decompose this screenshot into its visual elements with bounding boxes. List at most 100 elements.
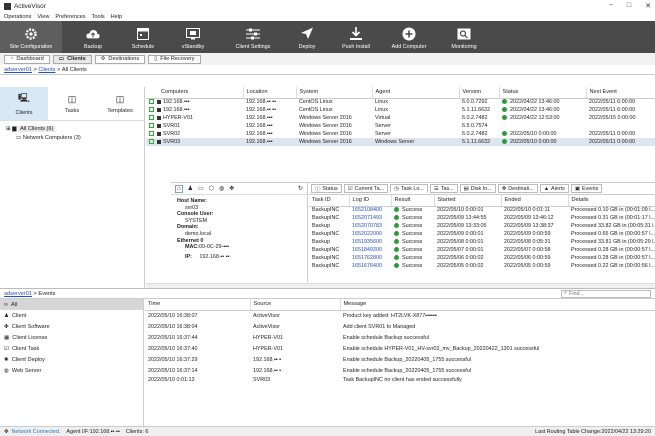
menu-help[interactable]: Help bbox=[111, 14, 123, 20]
col-version[interactable]: Version bbox=[459, 87, 500, 99]
checkbox[interactable] bbox=[149, 115, 154, 121]
monitoring-button[interactable]: Monitoring bbox=[438, 21, 490, 53]
breadcrumb-clients-link[interactable]: Clients bbox=[38, 67, 55, 73]
table-row[interactable]: BackupINC 1651849200 Success 2022/05/07 0:0… bbox=[309, 246, 655, 254]
table-row[interactable]: SVR02 192.168.▪▪▪ Windows Server 2016 Se… bbox=[146, 130, 655, 138]
events-server-link[interactable]: adserver01 bbox=[4, 291, 32, 297]
tab-file-recovery[interactable]: ▯ File Recovery bbox=[148, 54, 201, 64]
globe-icon[interactable]: ◍ bbox=[219, 185, 224, 192]
find-input[interactable]: ⌕ Find... bbox=[561, 289, 651, 298]
table-row[interactable]: 2022/05/10 16:37:14 192.168.▪▪ ▪ Enable sc… bbox=[145, 365, 655, 376]
templates-icon: ◫ bbox=[115, 93, 125, 104]
tab-tasks[interactable]: ☰ Tas... bbox=[429, 184, 458, 193]
close-button[interactable]: ✕ bbox=[645, 2, 651, 10]
left-tab-tasks[interactable]: ◫ Tasks bbox=[48, 87, 96, 120]
client-settings-button[interactable]: Client Settings bbox=[224, 21, 282, 53]
checkbox[interactable] bbox=[149, 123, 154, 129]
left-tab-templates[interactable]: ◫ Templates bbox=[96, 87, 144, 120]
table-row[interactable]: 2022/05/10 0:01:13 SVR03 Task BackupINC no… bbox=[145, 376, 655, 384]
table-row[interactable]: BackupINC 1651762800 Success 2022/05/06 0:0… bbox=[309, 254, 655, 262]
window-title: ActiveVisor bbox=[14, 2, 46, 10]
tab-current-tasks[interactable]: ☑ Current Ta... bbox=[343, 184, 389, 193]
shield-icon[interactable]: ⬡ bbox=[209, 185, 214, 192]
table-row[interactable]: 192.168.▪▪▪ 192.168.▪▪ ▪▪ CentOS Linux L… bbox=[146, 98, 655, 106]
monitor-icon[interactable]: ▭ bbox=[198, 185, 204, 192]
tab-destinations[interactable]: ✣ Destinations bbox=[94, 54, 146, 64]
user-icon[interactable]: ♟ bbox=[188, 185, 193, 192]
table-row[interactable]: BackupINC 1651676400 Success 2022/05/05 0:0… bbox=[309, 262, 655, 270]
checkbox[interactable] bbox=[149, 99, 154, 105]
minimize-button[interactable]: − bbox=[609, 2, 613, 10]
filter-all[interactable]: ∞ All bbox=[0, 299, 143, 310]
col-ended[interactable]: Ended bbox=[501, 195, 569, 207]
tab-events[interactable]: ▣ Events bbox=[570, 184, 603, 193]
success-icon bbox=[394, 231, 399, 237]
table-row[interactable]: SVR01 192.168.▪▪▪ Windows Server 2016 Se… bbox=[146, 122, 655, 130]
tab-status[interactable]: ⓘ Status bbox=[311, 184, 342, 193]
checkbox[interactable] bbox=[149, 107, 154, 113]
tree-item-all-clients[interactable]: ⊞ ▆ All Clients (6) bbox=[6, 125, 138, 134]
menu-view[interactable]: View bbox=[37, 14, 49, 20]
table-row[interactable]: BackupINC 1652022000 Success 2022/05/09 0:0… bbox=[309, 230, 655, 238]
tab-dashboard[interactable]: ◔ Dashboard bbox=[4, 54, 50, 64]
left-tab-clients[interactable]: 🖳 Clients bbox=[0, 87, 48, 120]
domain-label: Domain: bbox=[177, 224, 199, 231]
col-log-id[interactable]: Log ID bbox=[349, 195, 392, 207]
table-row[interactable]: 2022/05/10 16:37:44 HYPER-V01 Enable sched… bbox=[145, 332, 655, 343]
home-icon[interactable]: ⌂ bbox=[175, 184, 183, 193]
filter-web-server[interactable]: ◍ Web Server bbox=[0, 365, 143, 376]
tab-alerts[interactable]: ▲ Alerts bbox=[539, 184, 569, 193]
checkbox[interactable] bbox=[149, 131, 154, 137]
tab-task-log[interactable]: ◷ Task Lo... bbox=[390, 184, 428, 193]
menu-tools[interactable]: Tools bbox=[92, 14, 105, 20]
tree-item-network-computers[interactable]: ▭ Network Computers (3) bbox=[6, 134, 138, 143]
table-row-selected[interactable]: SVR03 192.168.▪▪▪ Windows Server 2016 Wi… bbox=[146, 138, 655, 146]
table-row[interactable]: 2022/05/10 16:38:04 ActiveVisor Add client… bbox=[145, 321, 655, 332]
site-configuration-button[interactable]: Site Configuration bbox=[0, 21, 62, 53]
col-time[interactable]: Time bbox=[145, 299, 251, 311]
menu-operations[interactable]: Operations bbox=[4, 14, 31, 20]
col-result[interactable]: Result bbox=[391, 195, 435, 207]
table-row[interactable]: BackupINC 1652071493 Success 2022/05/09 13:… bbox=[309, 214, 655, 222]
tab-disk-info[interactable]: ▤ Disk In... bbox=[459, 184, 496, 193]
col-computers[interactable]: Computers bbox=[146, 87, 244, 99]
deploy-button[interactable]: Deploy bbox=[282, 21, 332, 53]
col-started[interactable]: Started bbox=[434, 195, 502, 207]
vstandby-button[interactable]: vStandby bbox=[162, 21, 224, 53]
col-details[interactable]: Details bbox=[568, 195, 655, 207]
col-status[interactable]: Status bbox=[499, 87, 587, 99]
table-row[interactable]: HYPER-V01 192.168.▪▪▪ Windows Server 201… bbox=[146, 114, 655, 122]
refresh-icon[interactable]: ↻ bbox=[298, 185, 303, 192]
network-icon[interactable]: ✥ bbox=[229, 185, 234, 192]
table-row[interactable]: BackupINC 1652108400 Success 2022/05/10 0:0… bbox=[309, 206, 655, 214]
add-computer-button[interactable]: Add Computer bbox=[380, 21, 438, 53]
col-agent[interactable]: Agent bbox=[372, 87, 460, 99]
table-row[interactable]: 192.168.▪▪▪ 192.168.▪▪ ▪▪ CentOS Linux L… bbox=[146, 106, 655, 114]
col-next-event[interactable]: Next Event bbox=[586, 87, 655, 99]
col-location[interactable]: Location bbox=[243, 87, 297, 99]
breadcrumb-server-link[interactable]: adserver01 bbox=[4, 67, 32, 73]
table-row[interactable]: Backup 1651935600 Success 2022/05/08 0:00:0… bbox=[309, 238, 655, 246]
maximize-button[interactable]: □ bbox=[627, 2, 631, 10]
filter-client-deploy[interactable]: ✺ Client Deploy bbox=[0, 354, 143, 365]
menu-preferences[interactable]: Preferences bbox=[55, 14, 85, 20]
filter-client[interactable]: ♟ Client bbox=[0, 310, 143, 321]
table-row[interactable]: Backup 1652070783 Success 2022/05/09 13:33:… bbox=[309, 222, 655, 230]
table-row[interactable]: 2022/05/10 16:37:29 192.168.▪▪ ▪ Enable sc… bbox=[145, 354, 655, 365]
backup-button[interactable]: Backup bbox=[62, 21, 124, 53]
tab-clients[interactable]: ▭ Clients bbox=[52, 54, 92, 64]
expand-icon[interactable]: ⊞ bbox=[6, 126, 11, 132]
tab-destinations-detail[interactable]: ✥ Destinati... bbox=[497, 184, 538, 193]
table-row[interactable]: 2022/05/10 16:37:40 HYPER-V01 Enable sched… bbox=[145, 343, 655, 354]
schedule-button[interactable]: Schedule bbox=[124, 21, 162, 53]
filter-client-task[interactable]: ☑ Client Task bbox=[0, 343, 143, 354]
col-system[interactable]: System bbox=[296, 87, 373, 99]
checkbox[interactable] bbox=[149, 139, 154, 145]
col-source[interactable]: Source bbox=[250, 299, 341, 311]
filter-client-software[interactable]: ✤ Client Software bbox=[0, 321, 143, 332]
col-task-id[interactable]: Task ID bbox=[309, 195, 350, 207]
col-message[interactable]: Message bbox=[340, 299, 655, 311]
filter-client-license[interactable]: ▦ Client License bbox=[0, 332, 143, 343]
push-install-button[interactable]: Push Install bbox=[332, 21, 380, 53]
table-row[interactable]: 2022/05/10 16:38:07 ActiveVisor Product ke… bbox=[145, 310, 655, 321]
